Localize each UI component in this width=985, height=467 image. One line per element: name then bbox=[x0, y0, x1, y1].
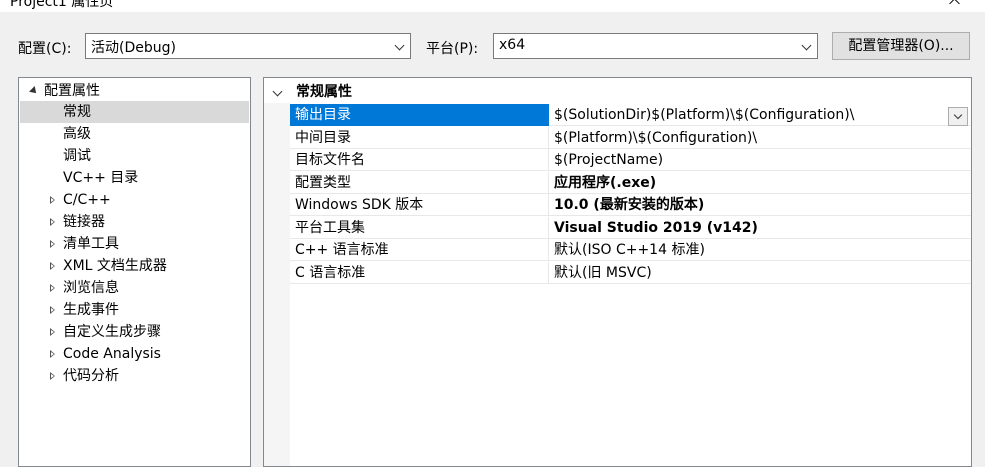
tree-item-advanced[interactable]: 高级 bbox=[20, 123, 249, 145]
property-row-platform-toolset[interactable]: 平台工具集 Visual Studio 2019 (v142) bbox=[290, 217, 971, 239]
tree-item-label: 调试 bbox=[63, 148, 91, 164]
tree-item-label: 配置属性 bbox=[44, 83, 100, 99]
tree-item-label: 生成事件 bbox=[63, 302, 119, 318]
config-label: 配置(C): bbox=[18, 41, 72, 57]
property-name: C++ 语言标准 bbox=[290, 239, 549, 261]
triangle-right-icon[interactable] bbox=[50, 196, 55, 204]
category-label: 常规属性 bbox=[296, 84, 352, 100]
tree-item-debugging[interactable]: 调试 bbox=[20, 145, 249, 167]
window-title: Project1 属性页 bbox=[10, 0, 114, 10]
platform-select[interactable]: x64 bbox=[493, 33, 818, 59]
triangle-right-icon[interactable] bbox=[50, 262, 55, 270]
property-value[interactable]: 应用程序(.exe) bbox=[554, 172, 656, 194]
property-grid: 常规属性 输出目录 $(SolutionDir)$(Platform)\$(Co… bbox=[263, 77, 972, 467]
property-value[interactable]: $(SolutionDir)$(Platform)\$(Configuratio… bbox=[554, 104, 854, 126]
minimize-button[interactable] bbox=[897, 0, 907, 6]
tree-item-linker[interactable]: 链接器 bbox=[20, 211, 249, 233]
property-value[interactable]: 默认(ISO C++14 标准) bbox=[554, 239, 705, 261]
tree-item-label: 代码分析 bbox=[63, 368, 119, 384]
property-value[interactable]: $(ProjectName) bbox=[554, 149, 663, 171]
tree-item-code-analysis-cn[interactable]: 代码分析 bbox=[20, 365, 249, 387]
tree-item-label: 常规 bbox=[63, 104, 91, 120]
tree-item-c-cpp[interactable]: C/C++ bbox=[20, 189, 249, 211]
config-select[interactable]: 活动(Debug) bbox=[85, 33, 411, 59]
property-tree: 配置属性 常规 高级 调试 VC++ 目录 C/C++ 链接器 清单工具 XML… bbox=[18, 77, 251, 467]
tree-item-browse-information[interactable]: 浏览信息 bbox=[20, 277, 249, 299]
configuration-manager-button[interactable]: 配置管理器(O)... bbox=[832, 32, 970, 60]
tree-item-label: 清单工具 bbox=[63, 236, 119, 252]
property-name: C 语言标准 bbox=[290, 262, 549, 284]
property-dropdown-button[interactable] bbox=[948, 107, 968, 126]
property-name: 配置类型 bbox=[290, 172, 549, 194]
tree-item-xml-doc-generator[interactable]: XML 文档生成器 bbox=[20, 255, 249, 277]
triangle-right-icon[interactable] bbox=[50, 306, 55, 314]
triangle-right-icon[interactable] bbox=[50, 350, 55, 358]
triangle-right-icon[interactable] bbox=[50, 284, 55, 292]
tree-item-label: XML 文档生成器 bbox=[63, 258, 167, 274]
property-row-configuration-type[interactable]: 配置类型 应用程序(.exe) bbox=[290, 172, 971, 194]
tree-item-vc-directories[interactable]: VC++ 目录 bbox=[20, 167, 249, 189]
tree-item-label: 浏览信息 bbox=[63, 280, 119, 296]
property-row-output-directory[interactable]: 输出目录 $(SolutionDir)$(Platform)\$(Configu… bbox=[290, 104, 971, 126]
property-name: 中间目录 bbox=[290, 127, 549, 149]
property-row-cpp-language-standard[interactable]: C++ 语言标准 默认(ISO C++14 标准) bbox=[290, 239, 971, 261]
tree-item-general[interactable]: 常规 bbox=[20, 101, 249, 123]
property-name: 平台工具集 bbox=[290, 217, 549, 239]
property-row-target-name[interactable]: 目标文件名 $(ProjectName) bbox=[290, 149, 971, 171]
tree-item-custom-build-step[interactable]: 自定义生成步骤 bbox=[20, 321, 249, 343]
tree-item-label: 链接器 bbox=[63, 214, 105, 230]
platform-select-value: x64 bbox=[499, 37, 526, 53]
property-value[interactable]: 默认(旧 MSVC) bbox=[554, 262, 652, 284]
triangle-down-icon[interactable] bbox=[29, 86, 39, 96]
tree-item-label: Code Analysis bbox=[63, 346, 161, 362]
tree-item-label: VC++ 目录 bbox=[63, 170, 139, 186]
property-row-c-language-standard[interactable]: C 语言标准 默认(旧 MSVC) bbox=[290, 262, 971, 284]
chevron-down-icon bbox=[955, 112, 962, 119]
close-button[interactable] bbox=[948, 0, 962, 6]
property-value[interactable]: Visual Studio 2019 (v142) bbox=[554, 217, 758, 239]
property-row-windows-sdk-version[interactable]: Windows SDK 版本 10.0 (最新安装的版本) bbox=[290, 194, 971, 216]
property-name: Windows SDK 版本 bbox=[290, 194, 549, 216]
tree-item-label: 高级 bbox=[63, 126, 91, 142]
property-value[interactable]: $(Platform)\$(Configuration)\ bbox=[554, 127, 757, 149]
property-row-intermediate-directory[interactable]: 中间目录 $(Platform)\$(Configuration)\ bbox=[290, 127, 971, 149]
tree-item-build-events[interactable]: 生成事件 bbox=[20, 299, 249, 321]
chevron-down-icon[interactable] bbox=[272, 86, 283, 97]
tree-item-label: C/C++ bbox=[63, 192, 111, 208]
chevron-down-icon bbox=[396, 42, 404, 50]
property-name: 目标文件名 bbox=[290, 149, 549, 171]
grid-gutter bbox=[264, 103, 290, 466]
category-header-general[interactable]: 常规属性 bbox=[264, 81, 971, 103]
title-bar: Project1 属性页 bbox=[0, 0, 985, 12]
tree-item-code-analysis[interactable]: Code Analysis bbox=[20, 343, 249, 365]
triangle-right-icon[interactable] bbox=[50, 328, 55, 336]
tree-root-config-properties[interactable]: 配置属性 bbox=[20, 80, 249, 102]
property-name: 输出目录 bbox=[290, 104, 549, 126]
property-value[interactable]: 10.0 (最新安装的版本) bbox=[554, 194, 704, 216]
triangle-right-icon[interactable] bbox=[50, 240, 55, 248]
tree-item-manifest-tool[interactable]: 清单工具 bbox=[20, 233, 249, 255]
config-select-value: 活动(Debug) bbox=[91, 40, 176, 56]
platform-label: 平台(P): bbox=[426, 41, 479, 57]
right-edge-strip bbox=[972, 77, 985, 458]
triangle-right-icon[interactable] bbox=[50, 218, 55, 226]
tree-item-label: 自定义生成步骤 bbox=[63, 324, 161, 340]
triangle-right-icon[interactable] bbox=[50, 372, 55, 380]
chevron-down-icon bbox=[803, 42, 811, 50]
